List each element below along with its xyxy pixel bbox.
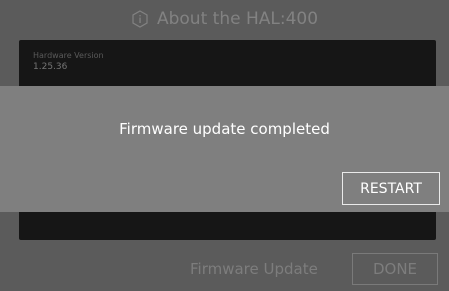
hardware-version-label: Hardware Version [33, 51, 104, 60]
page-title: About the HAL:400 [156, 9, 319, 29]
dialog-message: Firmware update completed [119, 120, 330, 138]
done-button[interactable]: DONE [352, 253, 438, 285]
info-icon [131, 10, 149, 28]
restart-button[interactable]: RESTART [342, 172, 440, 205]
firmware-update-title: Firmware Update [190, 260, 318, 278]
hardware-version-value: 1.25.36 [33, 62, 68, 72]
title-bar: About the HAL:400 [0, 0, 449, 38]
firmware-complete-dialog: Firmware update completed RESTART [0, 86, 449, 212]
about-screen: About the HAL:400 Hardware Version 1.25.… [0, 0, 449, 291]
